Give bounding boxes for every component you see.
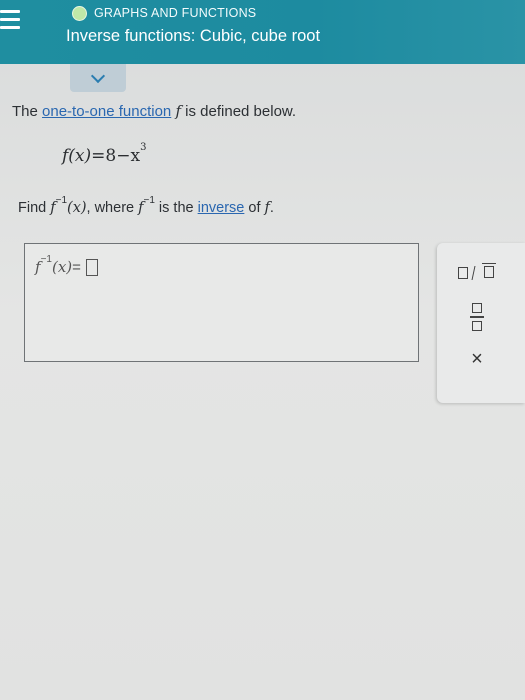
fraction-icon <box>470 316 484 318</box>
chevron-down-icon <box>90 68 106 84</box>
statement-prefix: The <box>12 103 43 120</box>
inverse-exponent: −1 <box>55 195 68 206</box>
answer-expression: f −1 (x) = <box>35 254 98 276</box>
problem-statement: The one-to-one function f is defined bel… <box>12 102 296 120</box>
one-to-one-function-link[interactable]: one-to-one function <box>42 103 171 120</box>
index-box-icon <box>458 267 468 279</box>
find-of: of <box>244 200 265 216</box>
inverse-link[interactable]: inverse <box>198 200 245 216</box>
statement-suffix: is defined below. <box>181 103 297 120</box>
answer-lhs-arg: (x) <box>51 258 73 276</box>
answer-cursor-slot[interactable] <box>85 258 98 276</box>
sqrt-template-button[interactable] <box>455 263 499 283</box>
close-icon: × <box>471 347 483 370</box>
fraction-template-button[interactable] <box>465 303 489 331</box>
topic-label: GRAPHS AND FUNCTIONS <box>94 6 257 20</box>
answer-input-area[interactable]: f −1 (x) = <box>24 243 419 362</box>
definition-lhs: f(x) <box>62 146 92 166</box>
topic-dot-icon <box>72 5 87 21</box>
math-palette: × <box>437 243 525 403</box>
topic-row: GRAPHS AND FUNCTIONS <box>72 5 256 21</box>
numerator-box-icon <box>472 303 482 314</box>
find-end: . <box>269 200 274 216</box>
function-definition: f(x)=8−x3 <box>62 142 146 166</box>
header-bar: GRAPHS AND FUNCTIONS Inverse functions: … <box>0 0 525 64</box>
find-is: is the <box>154 200 198 216</box>
find-prefix: Find <box>18 200 51 216</box>
hamburger-menu-icon[interactable] <box>0 6 22 42</box>
definition-exponent: 3 <box>140 142 147 154</box>
answer-equals: = <box>72 258 81 276</box>
collapse-toggle-button[interactable] <box>70 64 126 92</box>
radicand-slot-icon <box>484 266 494 278</box>
answer-lhs-exponent: −1 <box>40 253 52 265</box>
find-instruction: Find f−1(x), where f−1 is the inverse of… <box>18 195 274 216</box>
radicand-box <box>482 263 496 283</box>
definition-rhs: =8−x <box>91 146 141 166</box>
find-f: f <box>50 200 56 216</box>
find-arg: (x) <box>67 200 87 216</box>
find-mid: , where <box>86 200 139 216</box>
find-f2: f <box>138 200 144 216</box>
denominator-box-icon <box>472 320 482 331</box>
inverse-exponent-2: −1 <box>143 195 155 206</box>
lesson-title: Inverse functions: Cubic, cube root <box>66 27 321 45</box>
clear-button[interactable]: × <box>465 347 489 371</box>
